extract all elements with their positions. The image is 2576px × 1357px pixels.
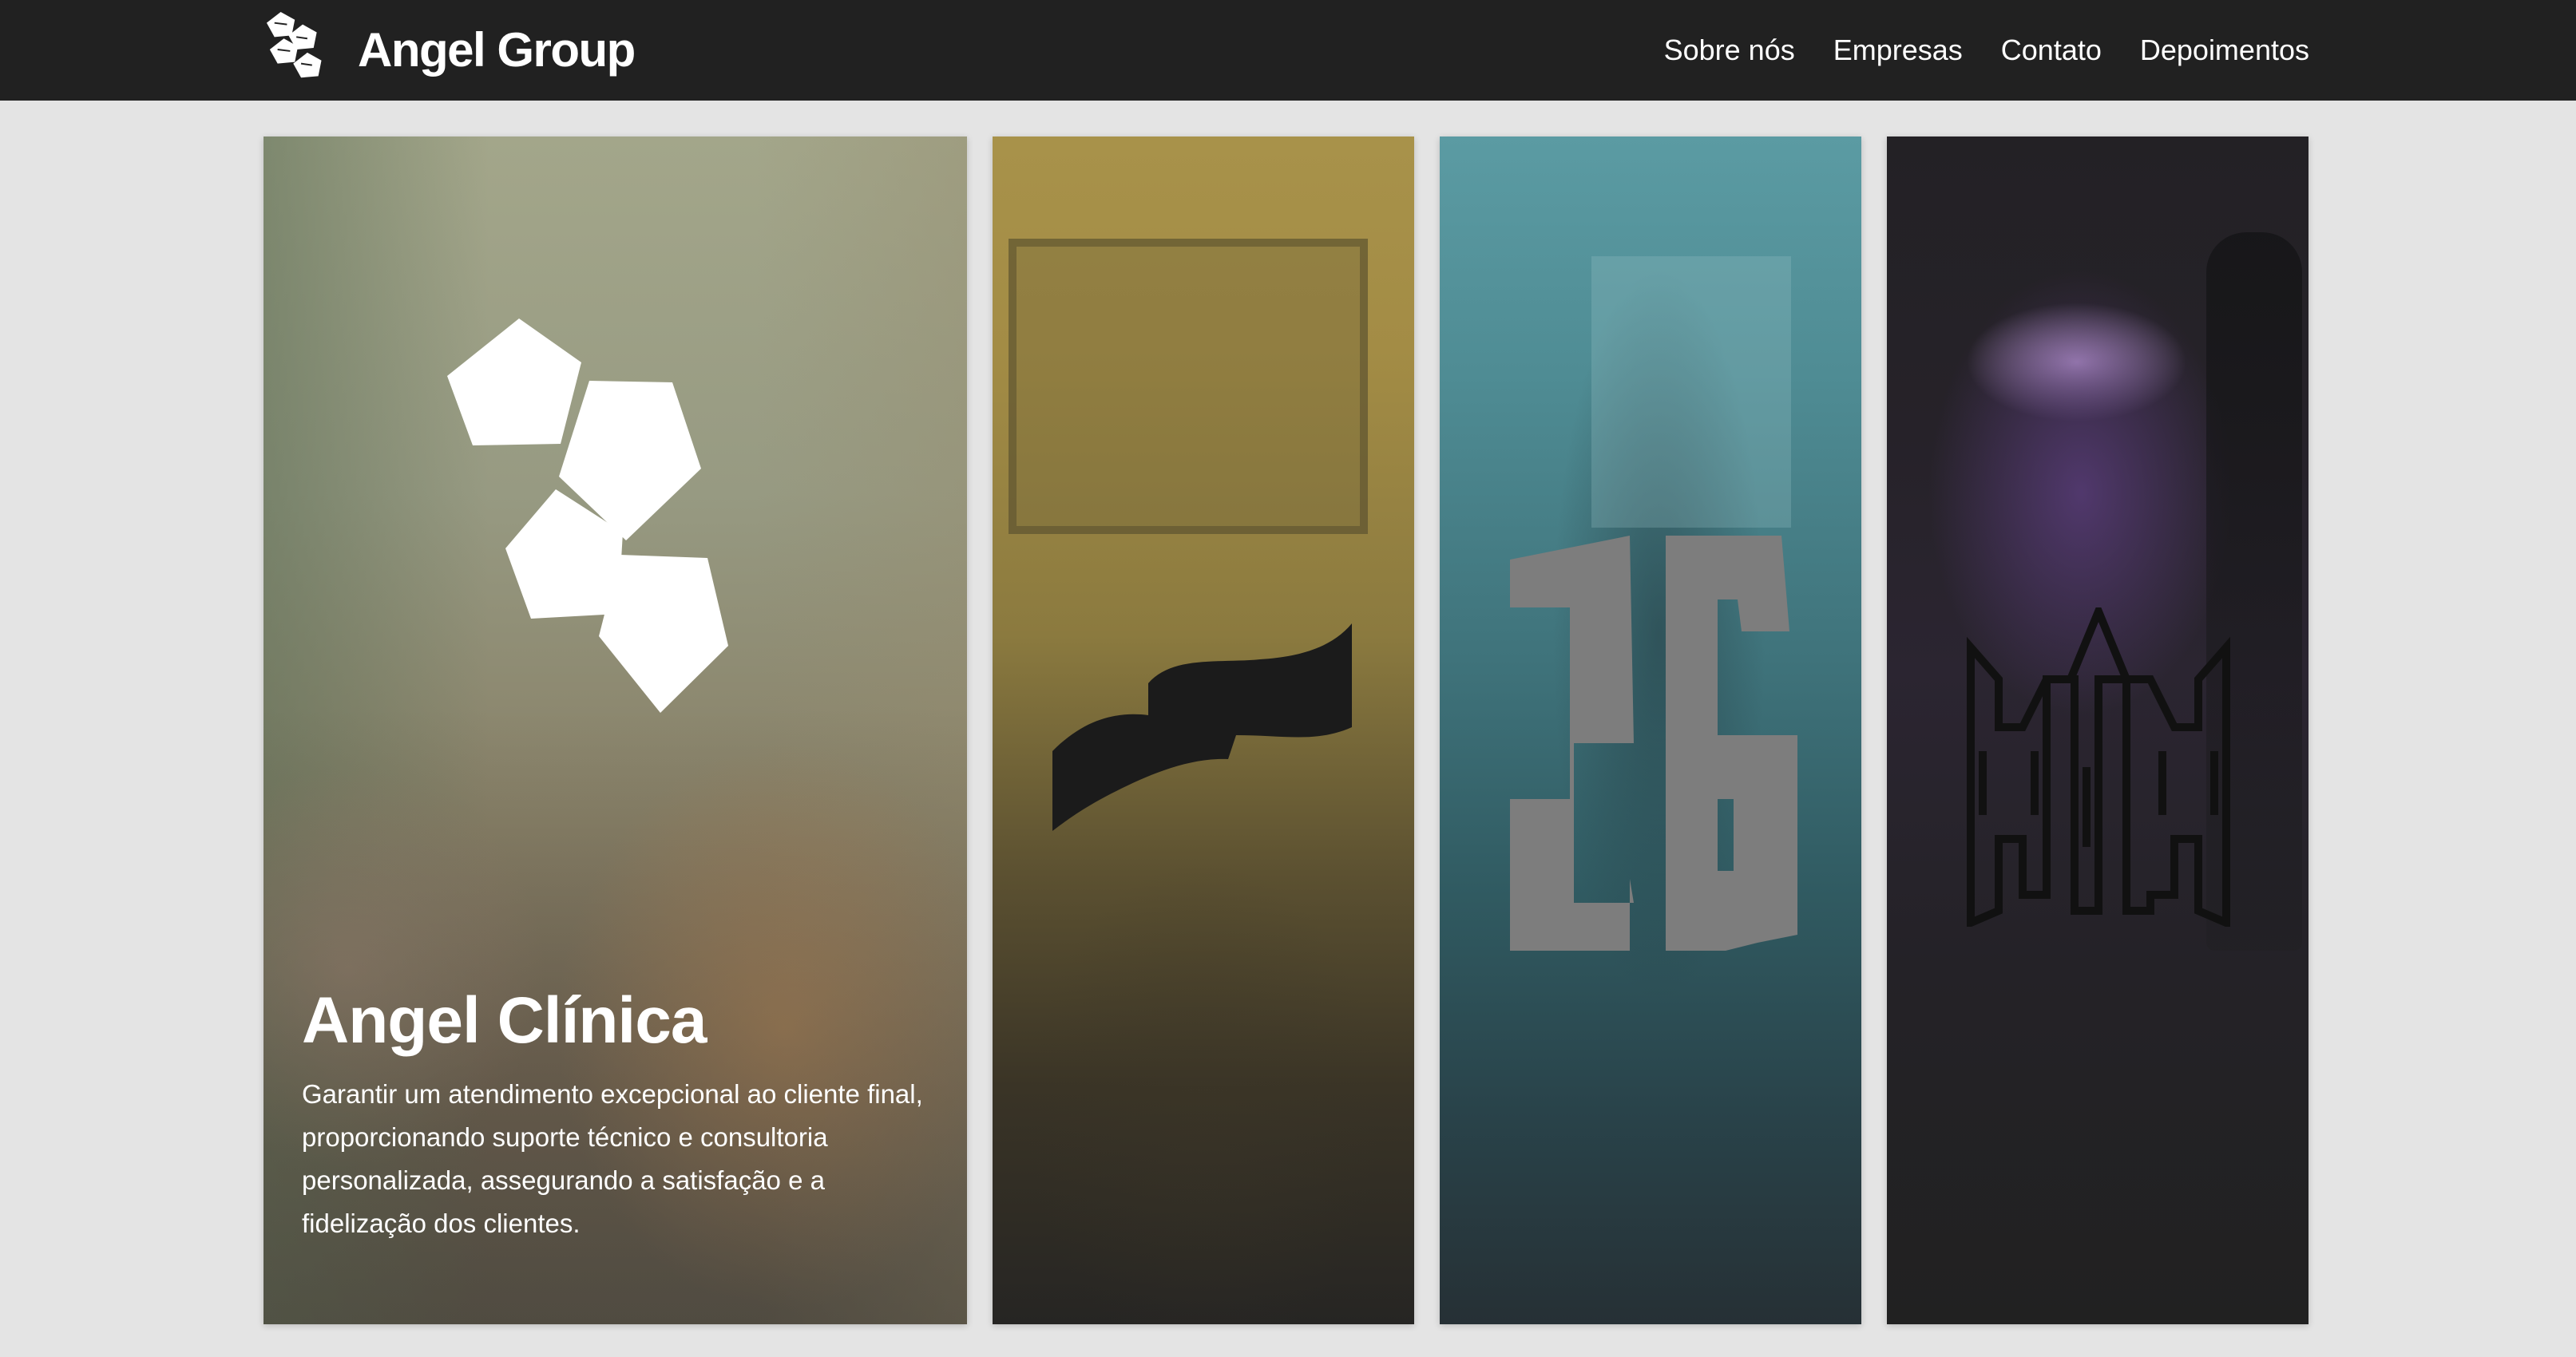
card-description: Garantir um atendimento excepcional ao c…: [302, 1079, 923, 1238]
nav-link-depoimentos[interactable]: Depoimentos: [2140, 34, 2309, 67]
main-nav: Sobre nós Empresas Contato Depoimentos: [1664, 0, 2309, 101]
company-card-sg[interactable]: [1440, 136, 1861, 1324]
nav-link-sobre-nos[interactable]: Sobre nós: [1664, 34, 1795, 67]
flag-logo-icon: [1052, 623, 1352, 831]
background-screen: [1591, 256, 1791, 528]
company-card-angel-clinica[interactable]: Angel Clínica Garantir um atendimento ex…: [264, 136, 967, 1324]
background-monitor: [1009, 239, 1368, 534]
card-title: Angel Clínica: [302, 984, 707, 1057]
company-card-flag[interactable]: [993, 136, 1414, 1324]
pentagon-cluster-logo-icon: [447, 318, 728, 713]
brand[interactable]: Angel Group: [264, 10, 636, 89]
company-card-castle[interactable]: [1887, 136, 2308, 1324]
brand-name: Angel Group: [358, 22, 636, 77]
top-navbar: Angel Group Sobre nós Empresas Contato D…: [0, 0, 2576, 101]
nav-link-contato[interactable]: Contato: [2001, 34, 2102, 67]
nav-link-empresas[interactable]: Empresas: [1833, 34, 1963, 67]
sg-monogram-logo-icon: [1510, 536, 1797, 951]
angel-group-logo-icon: [266, 11, 322, 78]
castle-outline-logo-icon: [1967, 607, 2230, 927]
